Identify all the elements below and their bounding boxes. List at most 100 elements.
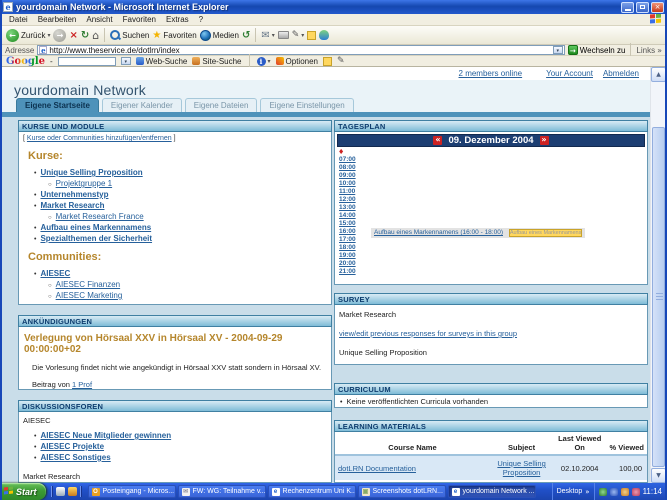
material-subject-link[interactable]: Unique Selling Proposition [497,459,545,477]
quick-launch-grip[interactable] [80,486,82,497]
community-link[interactable]: AIESEC [40,269,70,278]
taskbar-window-screenshots[interactable]: ▣ Screenshots dotLRN... [358,485,446,498]
taskbar-window-yourdomain-active[interactable]: e yourdomain Network ... [448,485,536,498]
search-button[interactable]: Suchen [110,30,149,40]
history-button[interactable]: ↺ [242,30,250,41]
vertical-scrollbar[interactable]: ▲ ▼ [650,67,665,483]
course-link[interactable]: Unique Selling Proposition [40,168,142,177]
announcement-author-link[interactable]: 1 Prof [72,380,92,389]
time-slot-link[interactable]: 08:00 [339,164,356,171]
time-slot-link[interactable]: 15:00 [339,220,356,227]
time-slot-link[interactable]: 11:00 [339,188,355,195]
google-web-search-button[interactable]: Web-Suche [136,57,188,66]
tab-eigener-kalender[interactable]: Eigener Kalender [102,98,182,112]
menu-item[interactable]: Favoriten [118,15,161,24]
print-button[interactable] [278,31,289,39]
quick-launch-outlook-icon[interactable] [68,487,77,496]
edit-button[interactable]: ✎ ▾ [292,30,305,40]
calendar-event-link[interactable]: Aufbau eines Markennamens (16:00 - 18:00… [374,229,503,236]
tab-eigene-einstellungen[interactable]: Eigene Einstellungen [260,98,353,112]
google-site-search-button[interactable]: Site-Suche [192,57,241,66]
menu-item[interactable]: Ansicht [81,15,117,24]
calendar-prev-icon[interactable]: « [433,136,442,145]
table-column-header[interactable]: Last Viewed On [553,432,606,455]
course-sub-link[interactable]: Projektgruppe 1 [56,179,112,188]
tray-network-icon[interactable] [610,488,618,496]
course-link[interactable]: Aufbau eines Markennamens [40,223,151,232]
discuss-button[interactable] [307,31,316,40]
menu-item[interactable]: ? [194,15,208,24]
desktop-toolbar[interactable]: Desktop » [552,483,594,500]
time-slot-link[interactable]: 19:00 [339,252,356,259]
time-slot-link[interactable]: 09:00 [339,172,356,179]
table-column-header[interactable]: Course Name [335,432,490,455]
table-column-header[interactable]: Subject [490,432,553,455]
back-button[interactable]: ← Zurück ▾ [6,29,50,42]
pen-icon[interactable]: ✎ [337,56,345,66]
go-button[interactable]: → Wechseln zu [568,45,626,55]
course-link[interactable]: Unternehmenstyp [40,190,108,199]
media-button[interactable]: Medien [200,30,239,41]
course-material-link[interactable]: dotLRN Documentation [338,464,416,473]
back-dropdown-icon[interactable]: ▾ [47,32,50,39]
tab-eigene-dateien[interactable]: Eigene Dateien [185,98,258,112]
menu-item[interactable]: Extras [161,15,194,24]
google-info-button[interactable]: i ▾ [257,57,271,66]
time-slot-link[interactable]: 13:00 [339,204,356,211]
course-sub-link[interactable]: Market Research France [56,212,144,221]
time-slot-link[interactable]: 18:00 [339,244,356,251]
survey-responses-link[interactable]: view/edit previous responses for surveys… [339,329,517,338]
course-link[interactable]: Market Research [40,201,104,210]
course-link[interactable]: Spezialthemen der Sicherheit [40,234,152,243]
forum-link[interactable]: AIESEC Projekte [40,442,104,451]
scroll-up-button[interactable]: ▲ [651,67,665,82]
refresh-button[interactable]: ↻ [81,30,89,41]
time-slot-link[interactable]: 14:00 [339,212,356,219]
forward-button[interactable]: → [53,29,66,42]
scroll-down-button[interactable]: ▼ [651,468,665,483]
minimize-button[interactable] [621,2,634,13]
forum-link[interactable]: AIESEC Sonstiges [40,453,110,462]
start-button[interactable]: Start [0,483,46,500]
taskbar-clock[interactable]: 11:14 [643,487,662,496]
time-slot-link[interactable]: 20:00 [339,260,356,267]
highlighter-icon[interactable] [323,57,332,66]
tray-status-icon[interactable] [599,488,607,496]
info-dropdown-icon[interactable]: ▾ [268,58,271,65]
tray-update-icon[interactable] [632,488,640,496]
taskbar-window-rechenzentrum[interactable]: e Rechenzentrum Uni K... [268,485,356,498]
forum-link[interactable]: AIESEC Neue Mitglieder gewinnen [40,431,171,440]
taskbar-window-mail[interactable]: ✉ FW: WG: Teilnahme v... [178,485,266,498]
desktop-chevron-icon[interactable]: » [585,488,589,496]
quick-launch-grip[interactable] [51,486,53,497]
time-slot-link[interactable]: 07:00 [339,156,356,163]
time-slot-link[interactable]: 16:00 [339,228,356,235]
address-dropdown-icon[interactable]: ▾ [553,46,563,54]
menu-item[interactable]: Datei [4,15,33,24]
tray-volume-icon[interactable] [621,488,629,496]
stop-button[interactable]: × [69,30,77,41]
links-toolbar[interactable]: Links » [636,46,662,55]
table-column-header[interactable]: % Viewed [606,432,647,455]
favorites-button[interactable]: ★ Favoriten [152,30,196,41]
google-options-button[interactable]: Optionen [276,57,318,66]
messenger-button[interactable] [319,30,329,40]
time-slot-link[interactable]: 10:00 [339,180,356,187]
restore-button[interactable] [636,2,649,13]
time-slot-link[interactable]: 12:00 [339,196,356,203]
close-button[interactable]: × [651,2,664,13]
community-sub-link[interactable]: AIESEC Marketing [56,291,123,300]
tab-eigene-startseite[interactable]: Eigene Startseite [16,98,99,112]
quick-launch-ie-icon[interactable] [56,487,65,496]
time-slot-link[interactable]: 17:00 [339,236,356,243]
taskbar-window-outlook[interactable]: O Posteingang - Micros... [88,485,176,498]
mail-dropdown-icon[interactable]: ▾ [272,32,275,39]
time-slot-link[interactable]: 21:00 [339,268,356,275]
home-button[interactable]: ⌂ [92,29,99,42]
edit-dropdown-icon[interactable]: ▾ [301,32,304,39]
community-sub-link[interactable]: AIESEC Finanzen [56,280,120,289]
manage-courses-link[interactable]: Kurse oder Communities hinzufügen/entfer… [27,135,172,142]
address-input[interactable] [49,46,550,54]
logout-link[interactable]: Abmelden [603,69,639,78]
menu-item[interactable]: Bearbeiten [33,15,82,24]
